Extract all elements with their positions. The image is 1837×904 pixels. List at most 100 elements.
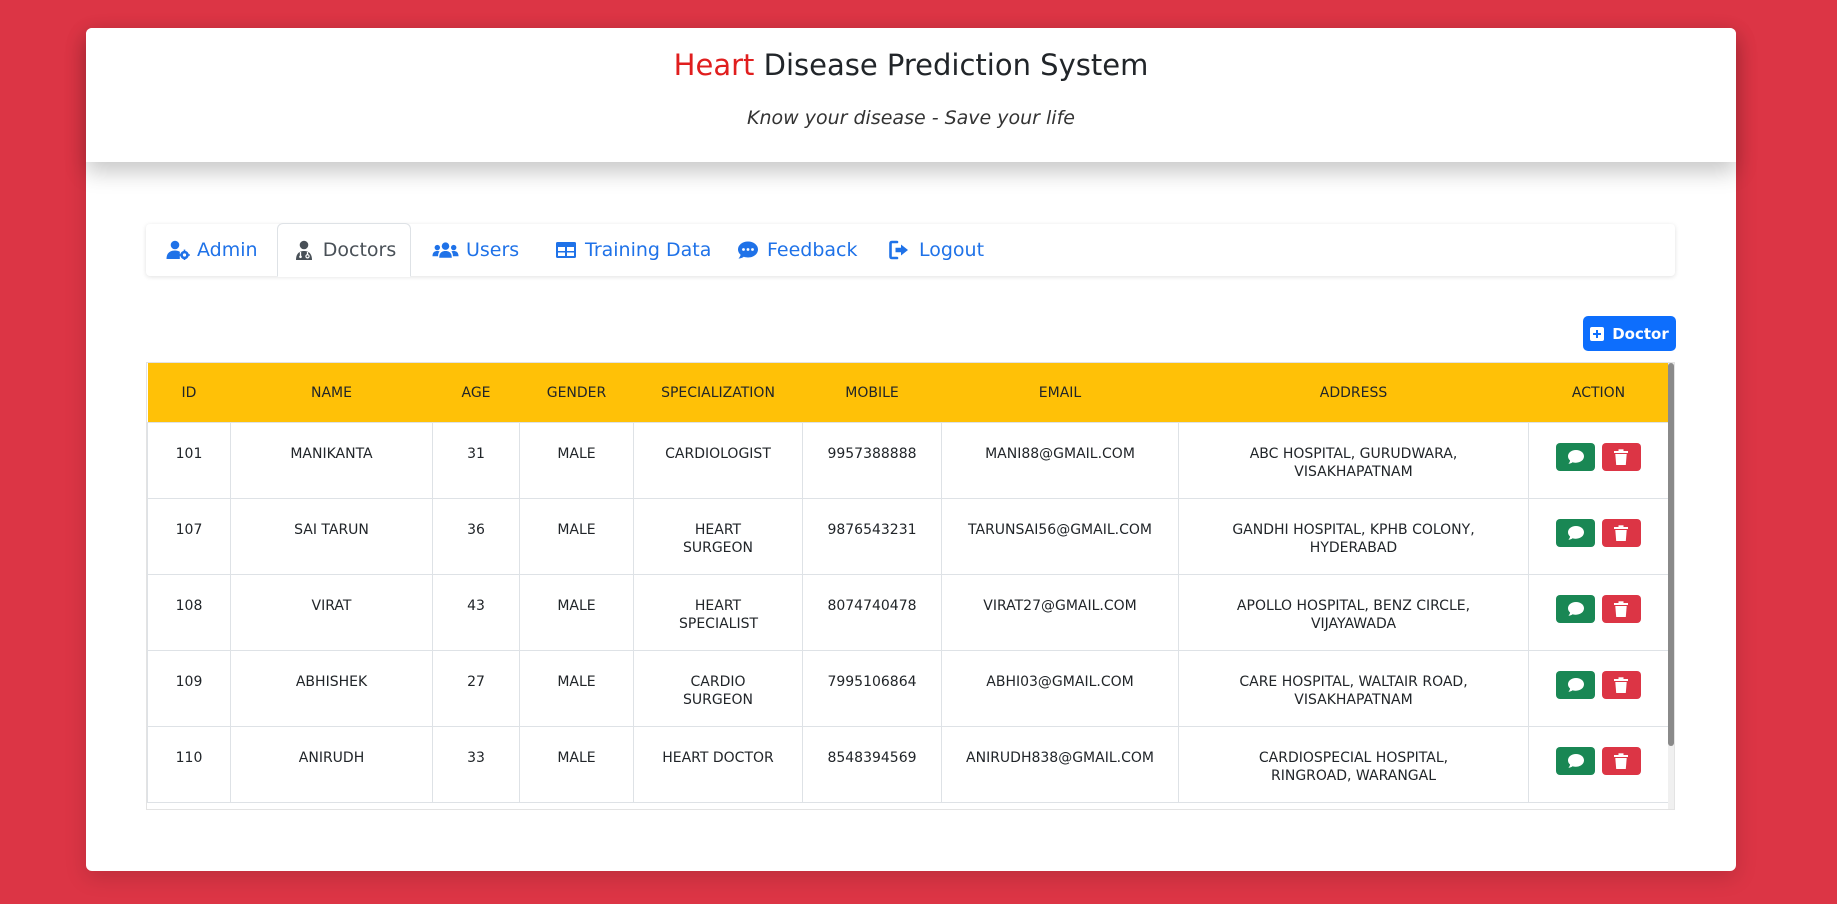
scrollbar-thumb[interactable] — [1668, 363, 1674, 746]
feedback-button[interactable] — [1556, 747, 1596, 775]
cell-specialization: CARDIO SURGEON — [633, 650, 803, 727]
cell-address: APOLLO HOSPITAL, BENZ CIRCLE, VIJAYAWADA — [1178, 574, 1529, 651]
tagline: Know your disease - Save your life — [747, 107, 1075, 129]
cell-mobile: 9876543231 — [802, 498, 942, 575]
trash-icon — [1614, 601, 1629, 617]
cell-age: 33 — [432, 726, 520, 803]
feedback-button[interactable] — [1556, 671, 1596, 699]
cell-specialization: HEART DOCTOR — [633, 726, 803, 803]
delete-button[interactable] — [1601, 595, 1641, 623]
feedback-button[interactable] — [1556, 443, 1596, 471]
doctors-table-container: ID NAME AGE GENDER SPECIALIZATION MOBILE… — [146, 362, 1675, 810]
cell-gender: MALE — [519, 650, 634, 727]
cell-specialization: CARDIOLOGIST — [633, 422, 803, 499]
cell-action — [1528, 498, 1669, 575]
nav-tabs: Admin Doctors Users Training Data Feedba… — [146, 223, 1675, 277]
column-header-mobile: MOBILE — [802, 363, 942, 423]
tab-admin[interactable]: Admin — [166, 224, 258, 276]
table-row: 110 ANIRUDH 33 MALE HEART DOCTOR 8548394… — [147, 726, 1669, 803]
column-header-email: EMAIL — [941, 363, 1179, 423]
app-header: Heart Disease Prediction System Know you… — [86, 28, 1736, 162]
comment-icon — [1567, 526, 1584, 540]
cell-id: 109 — [147, 650, 231, 727]
tab-users-label: Users — [466, 239, 520, 261]
trash-icon — [1614, 677, 1629, 693]
cell-address: CARDIOSPECIAL HOSPITAL, RINGROAD, WARANG… — [1178, 726, 1529, 803]
delete-button[interactable] — [1601, 747, 1641, 775]
cell-name: ANIRUDH — [230, 726, 433, 803]
table-row: 108 VIRAT 43 MALE HEART SPECIALIST 80747… — [147, 574, 1669, 651]
table-icon — [556, 242, 576, 258]
title-accent: Heart — [673, 48, 755, 82]
tab-feedback[interactable]: Feedback — [736, 224, 857, 276]
user-gear-icon — [166, 240, 190, 260]
tab-feedback-label: Feedback — [767, 239, 858, 261]
column-header-age: AGE — [432, 363, 520, 423]
tab-training-data-label: Training Data — [585, 239, 712, 261]
cell-address: ABC HOSPITAL, GURUDWARA, VISAKHAPATNAM — [1178, 422, 1529, 499]
comment-icon — [1567, 602, 1584, 616]
delete-button[interactable] — [1601, 519, 1641, 547]
comment-icon — [1567, 678, 1584, 692]
table-row: 107 SAI TARUN 36 MALE HEART SURGEON 9876… — [147, 498, 1669, 575]
trash-icon — [1614, 525, 1629, 541]
cell-name: ABHISHEK — [230, 650, 433, 727]
cell-mobile: 7995106864 — [802, 650, 942, 727]
cell-id: 108 — [147, 574, 231, 651]
delete-button[interactable] — [1601, 443, 1641, 471]
tab-logout[interactable]: Logout — [888, 224, 984, 276]
tab-training-data[interactable]: Training Data — [554, 224, 711, 276]
cell-gender: MALE — [519, 574, 634, 651]
feedback-button[interactable] — [1556, 519, 1596, 547]
cell-name: SAI TARUN — [230, 498, 433, 575]
cell-age: 36 — [432, 498, 520, 575]
cell-gender: MALE — [519, 498, 634, 575]
column-header-specialization: SPECIALIZATION — [633, 363, 803, 423]
doctors-table: ID NAME AGE GENDER SPECIALIZATION MOBILE… — [147, 363, 1669, 803]
cell-name: MANIKANTA — [230, 422, 433, 499]
user-doctor-icon — [295, 240, 312, 260]
cell-action — [1528, 422, 1669, 499]
title-rest: Disease Prediction System — [763, 48, 1149, 82]
cell-action — [1528, 726, 1669, 803]
cell-action — [1528, 650, 1669, 727]
cell-id: 107 — [147, 498, 231, 575]
feedback-button[interactable] — [1556, 595, 1596, 623]
cell-email: MANI88@GMAIL.COM — [941, 422, 1179, 499]
cell-age: 27 — [432, 650, 520, 727]
tab-doctors-label: Doctors — [322, 239, 397, 261]
logout-icon — [889, 240, 908, 260]
cell-email: VIRAT27@GMAIL.COM — [941, 574, 1179, 651]
cell-address: GANDHI HOSPITAL, KPHB COLONY, HYDERABAD — [1178, 498, 1529, 575]
cell-email: ANIRUDH838@GMAIL.COM — [941, 726, 1179, 803]
app-title: Heart Disease Prediction System — [86, 48, 1736, 82]
comment-icon — [1567, 754, 1584, 768]
cell-gender: MALE — [519, 422, 634, 499]
cell-id: 110 — [147, 726, 231, 803]
trash-icon — [1614, 753, 1629, 769]
column-header-action: ACTION — [1528, 363, 1669, 423]
cell-mobile: 8074740478 — [802, 574, 942, 651]
delete-button[interactable] — [1601, 671, 1641, 699]
cell-address: CARE HOSPITAL, WALTAIR ROAD, VISAKHAPATN… — [1178, 650, 1529, 727]
plus-square-icon — [1590, 326, 1605, 341]
table-scrollbar[interactable] — [1668, 363, 1674, 809]
cell-email: ABHI03@GMAIL.COM — [941, 650, 1179, 727]
main-card: Heart Disease Prediction System Know you… — [86, 28, 1736, 871]
cell-age: 31 — [432, 422, 520, 499]
add-doctor-button[interactable]: Doctor — [1583, 316, 1676, 351]
table-row: 101 MANIKANTA 31 MALE CARDIOLOGIST 99573… — [147, 422, 1669, 499]
tab-users[interactable]: Users — [432, 224, 519, 276]
tab-admin-label: Admin — [197, 239, 258, 261]
cell-action — [1528, 574, 1669, 651]
column-header-id: ID — [147, 363, 231, 423]
cell-mobile: 8548394569 — [802, 726, 942, 803]
cell-name: VIRAT — [230, 574, 433, 651]
cell-id: 101 — [147, 422, 231, 499]
table-row: 109 ABHISHEK 27 MALE CARDIO SURGEON 7995… — [147, 650, 1669, 727]
users-icon — [432, 242, 459, 258]
column-header-name: NAME — [230, 363, 433, 423]
column-header-address: ADDRESS — [1178, 363, 1529, 423]
tab-doctors[interactable]: Doctors — [277, 223, 411, 277]
tab-logout-label: Logout — [919, 239, 985, 261]
